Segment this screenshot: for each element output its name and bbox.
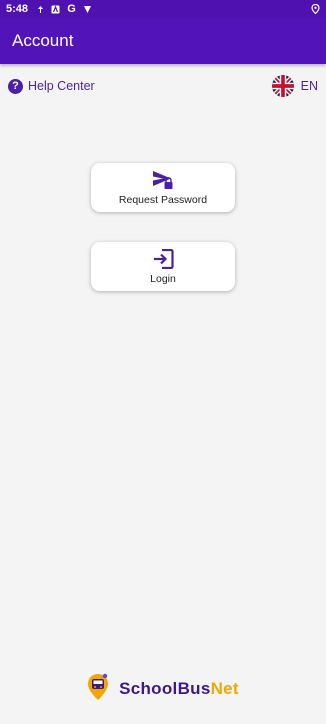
request-password-label: Request Password [118,193,208,206]
app-bar: Account [0,18,326,64]
brand-name-part2: Net [210,679,239,698]
status-time: 5:48 [6,3,29,15]
top-row: ? Help Center EN [0,72,326,100]
login-button[interactable]: Login [91,242,235,291]
bus-pin-icon [87,673,109,706]
status-bar: 5:48 G [0,0,326,18]
signal-alt-icon [83,5,92,14]
language-selector[interactable]: EN [271,75,318,97]
brand-name-part1: SchoolBus [119,679,211,698]
google-icon: G [67,3,76,15]
brand-logo: SchoolBusNet [0,673,326,706]
language-code: EN [300,79,318,93]
signal-icon [36,5,45,14]
send-lock-icon [152,170,174,190]
uk-flag-icon [271,75,294,97]
a-box-icon [51,4,60,14]
location-icon [311,4,320,14]
help-center-link[interactable]: ? Help Center [8,78,95,94]
request-password-button[interactable]: Request Password [91,163,235,212]
page-title: Account [12,31,74,50]
login-label: Login [150,272,176,285]
login-icon [152,248,174,269]
help-icon: ? [8,78,23,94]
help-center-label: Help Center [28,79,95,93]
